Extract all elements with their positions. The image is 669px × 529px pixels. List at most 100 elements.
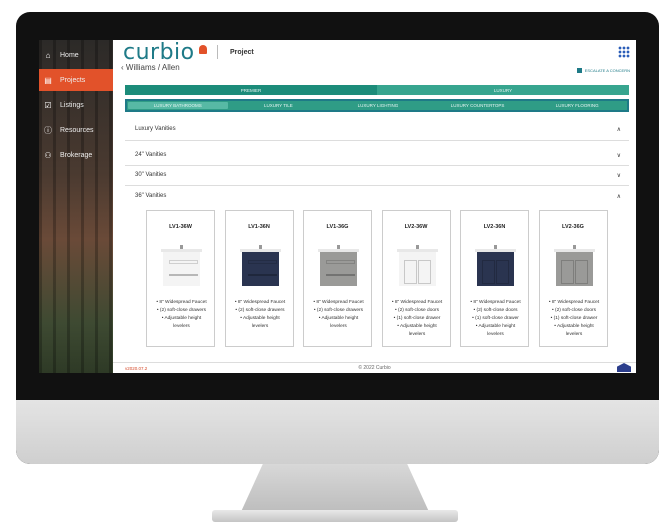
monitor-stand: [240, 464, 430, 514]
product-card[interactable]: LV1-36G • 8" Widespread Faucet • (2) soft-…: [303, 210, 372, 347]
product-card[interactable]: LV1-36W • 8" Widespread Faucet • (2) soft-…: [146, 210, 215, 347]
tab-luxury-flooring[interactable]: LUXURY FLOORING: [527, 101, 627, 110]
vanity-drawer: [326, 260, 355, 264]
clipboard-icon: ▤: [44, 75, 52, 85]
product-features: • 8" Widespread Faucet • (2) soft-close d…: [149, 299, 214, 331]
breadcrumb-label: Williams / Allen: [125, 63, 180, 72]
tab-luxury-bathrooms[interactable]: LUXURY BATHROOMS: [128, 102, 228, 109]
product-code: LV2-36W: [404, 224, 428, 230]
escalate-concern-button[interactable]: ESCALATE A CONCERN: [576, 67, 630, 73]
chevron-down-icon: ∨: [616, 152, 621, 159]
chevron-up-icon: ∧: [616, 126, 621, 133]
feature-line: • (2) soft-close drawers: [313, 308, 364, 313]
tier-tabs: PREMIER LUXURY: [125, 85, 629, 95]
vanity-cabinet: [241, 252, 279, 286]
product-card[interactable]: LV2-36N • 8" Widespread Faucet • (2) soft-…: [460, 210, 529, 347]
sidebar-item-label: Listings: [60, 101, 84, 109]
vanity-cabinet: [320, 252, 357, 286]
feature-line: • 8" Widespread Faucet: [313, 300, 364, 305]
faucet-shape: [337, 245, 340, 249]
sidebar-item-label: Home: [60, 51, 79, 59]
vanity-image: [318, 245, 359, 289]
accordion-30-vanities[interactable]: 30" Vanities ∨: [125, 165, 629, 186]
vanity-drawer: [169, 260, 198, 264]
product-code: LV1-36W: [169, 224, 192, 230]
vanity-shelf: [326, 274, 355, 276]
sidebar-item-resources[interactable]: ⓘ Resources: [39, 119, 113, 141]
app-footer: v2020.07.2 © 2022 Curbio: [113, 362, 636, 374]
vanity-cabinet: [555, 252, 593, 286]
feature-line: levelers: [173, 324, 190, 329]
vanity-door: [417, 260, 431, 284]
feature-line: levelers: [251, 324, 269, 329]
product-code: LV1-36G: [326, 224, 349, 230]
tab-luxury-tile[interactable]: LUXURY TILE: [229, 101, 329, 110]
vanity-cabinet: [477, 252, 514, 286]
faucet-shape: [415, 245, 419, 249]
tab-luxury[interactable]: LUXURY: [377, 85, 629, 95]
feature-line: • Adjustable height: [318, 316, 359, 321]
monitor-base: [212, 510, 458, 522]
product-grid: LV1-36W • 8" Widespread Faucet • (2) soft-…: [146, 210, 621, 347]
check-square-icon: ☑: [44, 100, 52, 110]
feature-line: • (1) soft-close drawer: [550, 316, 598, 321]
flag-icon: [576, 67, 582, 73]
feature-line: • 8" Widespread Faucet: [470, 300, 521, 305]
sidebar-item-label: Projects: [60, 76, 86, 84]
feature-line: levelers: [487, 332, 504, 337]
product-card[interactable]: LV1-36N • 8" Widespread Faucet • (2) soft-…: [224, 210, 294, 347]
product-card[interactable]: LV2-36W • 8" Widespread Faucet • (2) soft-…: [381, 210, 451, 347]
product-code: LV1-36N: [248, 224, 270, 230]
breadcrumb[interactable]: ‹ Williams / Allen: [121, 63, 180, 72]
home-icon: ⌂: [45, 50, 51, 60]
feature-line: • 8" Widespread Faucet: [548, 300, 600, 305]
feature-line: • (2) soft-close doors: [394, 308, 440, 313]
tab-luxury-lighting[interactable]: LUXURY LIGHTING: [328, 101, 428, 110]
product-features: • 8" Widespread Faucet • (2) soft-close d…: [542, 299, 607, 339]
feature-line: levelers: [565, 332, 583, 337]
feature-line: • 8" Widespread Faucet: [156, 300, 207, 305]
feature-line: • (1) soft-close drawer: [472, 316, 519, 321]
curbio-logo[interactable]: curbio: [123, 40, 195, 65]
vanity-shelf: [247, 274, 277, 276]
feature-line: • 8" Widespread Faucet: [391, 300, 443, 305]
tab-premier[interactable]: PREMIER: [125, 85, 377, 95]
product-features: • 8" Widespread Faucet • (2) soft-close d…: [385, 299, 450, 339]
product-features: • 8" Widespread Faucet • (2) soft-close d…: [306, 299, 371, 331]
accordion-label: 24" Vanities: [135, 152, 167, 158]
chevron-down-icon: ∨: [616, 172, 621, 179]
feature-line: • Adjustable height: [161, 316, 202, 321]
tab-luxury-countertops[interactable]: LUXURY COUNTERTOPS: [428, 101, 528, 110]
product-card[interactable]: LV2-36G • 8" Widespread Faucet • (2) soft-…: [538, 210, 608, 347]
vanity-image: [161, 245, 202, 289]
accordion-luxury-vanities[interactable]: Luxury Vanities ∧: [125, 118, 629, 141]
sidebar-item-home[interactable]: ⌂ Home: [39, 44, 113, 66]
vanity-cabinet: [163, 252, 200, 286]
header-divider: [217, 45, 218, 59]
feature-line: • (1) soft-close drawer: [393, 316, 441, 321]
accordion-24-vanities[interactable]: 24" Vanities ∨: [125, 145, 629, 166]
feature-line: • Adjustable height: [240, 316, 280, 321]
sidebar: ⌂ Home ▤ Projects ☑ Listings ⓘ Resources…: [39, 40, 113, 373]
vanity-image: [553, 245, 595, 289]
sidebar-item-listings[interactable]: ☑ Listings: [39, 94, 113, 116]
grid-menu-icon[interactable]: [618, 46, 630, 58]
feature-line: • (2) soft-close doors: [551, 308, 597, 313]
feature-line: levelers: [408, 332, 426, 337]
sidebar-item-label: Brokerage: [60, 151, 93, 159]
bell-icon[interactable]: [199, 45, 207, 54]
sidebar-item-projects[interactable]: ▤ Projects: [39, 69, 113, 91]
faucet-shape: [572, 245, 576, 249]
faucet-shape: [258, 245, 262, 249]
vanity-door: [482, 260, 495, 284]
vanity-door: [403, 260, 417, 284]
page-title: Project: [230, 49, 254, 56]
accordion-label: 36" Vanities: [135, 193, 167, 199]
sidebar-item-brokerage[interactable]: ⚇ Brokerage: [39, 144, 113, 166]
app-header: curbio Project ‹ Williams / Allen ESCALA…: [113, 40, 636, 75]
vanity-image: [396, 245, 438, 289]
vanity-door: [496, 260, 509, 284]
product-features: • 8" Widespread Faucet • (2) soft-close d…: [463, 299, 528, 339]
accordion-36-vanities[interactable]: 36" Vanities ∧: [125, 186, 629, 206]
vanity-door: [574, 260, 588, 284]
